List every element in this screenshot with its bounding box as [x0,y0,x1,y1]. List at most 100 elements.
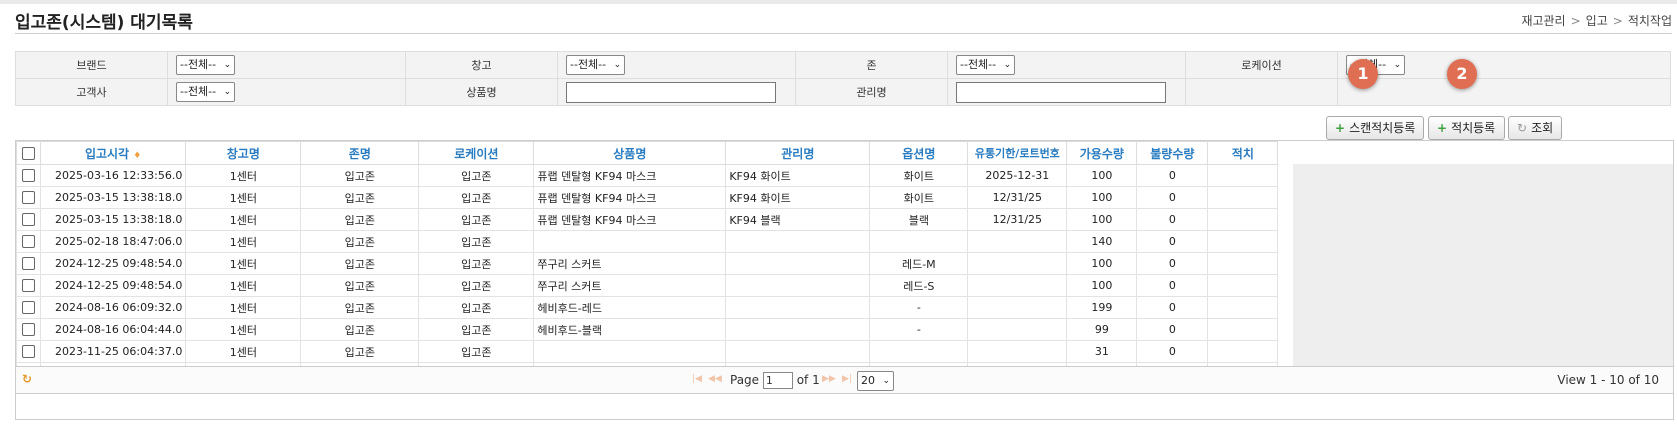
breadcrumb-item[interactable]: 입고 [1586,14,1608,28]
expiry-lot-cell: 2025-12-31 [967,164,1068,187]
table-row[interactable]: 2025-02-18 18:47:06.0 1센터 입고존 입고존 140 0 [16,230,1279,253]
received-time-cell: 2023-11-25 06:04:37.0 [39,340,187,363]
warehouse-cell: 1센터 [185,274,302,297]
location-cell: 입고존 [418,274,535,297]
defect-qty-cell: 0 [1136,230,1209,253]
scan-register-button[interactable]: + 스캔적치등록 [1326,116,1424,140]
option-name-cell: 레드-S [869,274,969,297]
defect-qty-cell: 0 [1136,252,1209,275]
column-header[interactable]: 로케이션 [418,141,535,165]
putaway-cell [1207,164,1279,187]
location-cell: 입고존 [418,252,535,275]
chevron-down-icon: ⌄ [882,376,890,386]
column-header[interactable]: 존명 [300,141,420,165]
received-time-cell: 2024-08-16 06:09:32.0 [39,296,187,319]
column-header[interactable]: 유통기한/로트번호 [967,141,1068,165]
product-name-input[interactable] [566,81,776,103]
putaway-cell [1207,208,1279,231]
management-name-cell [725,296,871,319]
row-checkbox[interactable] [22,213,35,227]
row-checkbox[interactable] [22,279,35,293]
management-name-input[interactable] [956,81,1166,103]
table-row[interactable]: 2024-12-25 09:48:54.0 1센터 입고존 입고존 쭈구리 스커트 레드-… [16,274,1279,297]
column-header[interactable]: 창고명 [185,141,302,165]
table-row[interactable]: 2025-03-15 13:38:18.0 1센터 입고존 입고존 퓨랩 덴탈형 KF9… [16,186,1279,209]
customer-label: 고객사 [15,78,168,106]
warehouse-cell: 1센터 [185,340,302,363]
management-name-cell: KF94 블랙 [725,208,871,231]
warehouse-cell: 1센터 [185,186,302,209]
received-time-cell: 2025-03-15 13:38:18.0 [39,186,187,209]
row-checkbox[interactable] [22,191,35,205]
row-select-cell [16,208,41,231]
table-row[interactable]: 2025-03-16 12:33:56.0 1센터 입고존 입고존 퓨랩 덴탈형 KF9… [16,164,1279,187]
select-all-checkbox[interactable] [22,147,35,160]
defect-qty-cell: 0 [1136,164,1209,187]
column-header[interactable]: 입고시각 ♦ [39,141,187,165]
annotation-badge-2: 2 [1447,59,1477,89]
product-name-cell: 헤비후드-블랙 [533,318,727,341]
column-header[interactable]: 가용수량 [1066,141,1138,165]
row-checkbox[interactable] [22,323,35,337]
zone-cell: 입고존 [300,164,420,187]
zone-label: 존 [795,51,948,79]
option-name-cell: - [869,296,969,319]
available-qty-cell: 100 [1066,252,1138,275]
received-time-cell: 2025-03-15 13:38:18.0 [39,208,187,231]
title-divider [15,33,1672,34]
table-row[interactable]: 2024-12-25 09:48:54.0 1센터 입고존 입고존 쭈구리 스커트 레드-… [16,252,1279,275]
breadcrumb-separator: > [1570,14,1581,28]
product-name-cell: 퓨랩 덴탈형 KF94 마스크 [533,186,727,209]
warehouse-label: 창고 [405,51,558,79]
search-button[interactable]: ↻ 조회 [1508,116,1562,140]
prev-page-icon[interactable]: ◀◀ [708,374,722,384]
row-checkbox[interactable] [22,235,35,249]
refresh-icon[interactable]: ↻ [22,372,32,386]
option-name-cell [869,230,969,253]
next-page-icon[interactable]: ▶▶ [822,374,836,384]
option-name-cell [869,340,969,363]
first-page-icon[interactable]: |◀ [692,374,702,384]
defect-qty-cell: 0 [1136,296,1209,319]
page-number-input[interactable]: 1 [762,372,793,389]
column-header[interactable]: 상품명 [533,141,727,165]
expiry-lot-cell: 12/31/25 [967,208,1068,231]
table-row[interactable]: 2024-08-16 06:04:44.0 1센터 입고존 입고존 헤비후드-블랙 -99… [16,318,1279,341]
register-button[interactable]: + 적치등록 [1428,116,1505,140]
warehouse-select[interactable]: --전체-- ⌄ [566,55,626,75]
zone-cell: 입고존 [300,208,420,231]
available-qty-cell: 199 [1066,296,1138,319]
column-header[interactable]: 불량수량 [1136,141,1209,165]
refresh-icon: ↻ [1517,121,1528,135]
row-checkbox[interactable] [22,257,35,271]
zone-cell: 입고존 [300,318,420,341]
column-header[interactable]: 옵션명 [869,141,969,165]
page-title: 입고존(시스템) 대기목록 [15,13,193,33]
row-select-cell [16,186,41,209]
table-row[interactable]: 2023-11-25 06:04:37.0 1센터 입고존 입고존 31 0 [16,340,1279,363]
expiry-lot-cell [967,230,1068,253]
customer-select[interactable]: --전체-- ⌄ [176,82,236,102]
putaway-cell [1207,340,1279,363]
brand-label: 브랜드 [15,51,168,79]
row-checkbox[interactable] [22,169,35,183]
page-size-select[interactable]: 20 ⌄ [857,371,894,391]
zone-select[interactable]: --전체-- ⌄ [956,55,1016,75]
defect-qty-cell: 0 [1136,318,1209,341]
plus-icon: + [1335,121,1346,135]
grid-body: 2025-03-16 12:33:56.0 1센터 입고존 입고존 퓨랩 덴탈형 KF9… [16,164,1279,385]
plus-icon: + [1437,121,1448,135]
last-page-icon[interactable]: ▶| [842,374,852,384]
column-header[interactable]: 적치 [1207,141,1279,165]
chevron-down-icon: ⌄ [1003,60,1012,70]
row-checkbox[interactable] [22,301,35,315]
table-row[interactable]: 2025-03-15 13:38:18.0 1센터 입고존 입고존 퓨랩 덴탈형 KF9… [16,208,1279,231]
brand-select[interactable]: --전체-- ⌄ [176,55,236,75]
product-name-cell: 쭈구리 스커트 [533,252,727,275]
location-cell: 입고존 [418,230,535,253]
table-row[interactable]: 2024-08-16 06:09:32.0 1센터 입고존 입고존 헤비후드-레드 -19… [16,296,1279,319]
warehouse-cell: 1센터 [185,296,302,319]
column-header[interactable]: 관리명 [725,141,871,165]
row-checkbox[interactable] [22,345,35,359]
breadcrumb-item[interactable]: 재고관리 [1521,14,1565,28]
